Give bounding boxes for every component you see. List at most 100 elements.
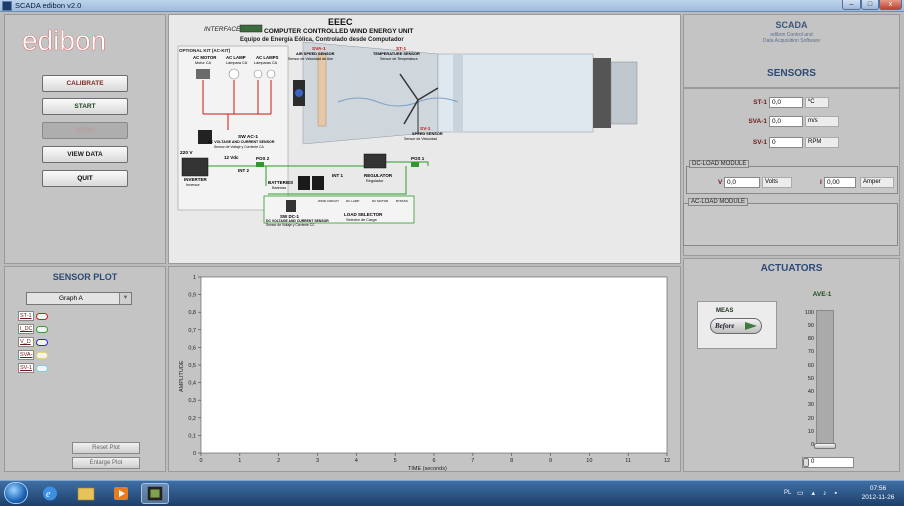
legend-item[interactable]: ST-1 [18,311,48,321]
internet-explorer-icon[interactable]: e [36,483,64,504]
ac-sensor-label: AC VOLTAGE AND CURRENT SENSOR [208,140,275,144]
ac-lamp-icon [266,69,276,79]
legend-item[interactable]: SVA- [18,350,48,360]
y-tick-label: 0,5 [188,363,196,369]
ac-motor-icon [196,69,210,79]
y-tick-label: 0,9 [188,293,196,299]
ave1-stepper[interactable] [803,458,809,467]
v12-label: 12 Vdc [224,155,239,160]
temperature-sensor-label: TEMPERATURE SENSOR [373,51,420,56]
view-data-button[interactable]: VIEW DATA [42,146,128,163]
before-button[interactable]: Before [710,318,762,334]
stop-button[interactable]: STOP [42,122,128,139]
ac-lamp-label: AC LAMP [226,55,246,60]
play-arrow-icon [745,322,757,330]
scada-app-taskbar-icon[interactable] [141,483,169,504]
legend-item[interactable]: I_DC [18,324,48,334]
ac-lamp-icon [253,69,263,79]
dc-voltage-value: 0,0 [724,177,760,188]
load-selector-label: LOAD SELECTOR [344,212,383,217]
optional-kit-label: OPTIONAL KIT (AC-KIT) [179,48,231,53]
diagram-title-code: EEEC [328,17,353,27]
pos2-switch-icon[interactable] [256,162,264,167]
load-option: DC LAMP [346,199,359,203]
media-player-icon[interactable] [107,483,135,504]
x-tick-label: 2 [277,458,280,464]
x-tick-label: 9 [549,458,552,464]
pos2-label: POS 2 [256,156,270,161]
legend-color-swatch[interactable] [36,364,48,372]
start-button[interactable] [4,482,28,504]
ave1-slider-track[interactable] [816,310,834,448]
ac-lamp-label-es: Lámpara CA [226,61,248,65]
slider-tick-label: 90 [807,323,814,329]
ave1-slider-thumb[interactable] [814,443,836,449]
edibon-logo-text: edibon [22,25,106,56]
enlarge-plot-button[interactable]: Enlarge Plot [72,457,140,469]
system-tray-icons[interactable]: ▭ ▴ ♪ ▪ [797,489,840,497]
ave1-value-input[interactable]: 0 [802,457,854,468]
chevron-down-icon[interactable]: ▼ [119,293,131,304]
clock[interactable]: 07:56 2012-11-26 [860,484,896,502]
ac-load-module-group [683,203,898,246]
tunnel-section [453,54,463,132]
ac-lamps-label: AC LAMPS [256,55,279,60]
v220-label: 220 V [180,150,193,156]
edibon-logo: edibon [22,25,106,56]
dc-current-name: I [820,179,822,186]
y-tick-label: 0,2 [188,416,196,422]
calibrate-button[interactable]: CALIBRATE [42,75,128,92]
y-tick-label: 0,6 [188,345,196,351]
pos1-switch-icon[interactable] [411,162,419,167]
heater-element [317,53,327,127]
taskbar [0,480,904,506]
quit-button[interactable]: QUIT [42,170,128,187]
clock-date: 2012-11-26 [861,494,895,501]
x-tick-label: 4 [355,458,358,464]
y-tick-label: 0,7 [188,328,196,334]
battery-icon [312,176,324,190]
legend-color-swatch[interactable] [36,351,48,359]
dc-current-value: 0,00 [824,177,856,188]
clock-time: 07:56 [869,485,887,492]
slider-tick-label: 20 [807,416,814,422]
pos1-label: POS 1 [411,156,425,161]
legend-item[interactable]: V_D [18,337,48,347]
legend-label: SVA- [18,350,34,360]
meas-label: MEAS [716,308,734,314]
legend-color-swatch[interactable] [36,325,48,333]
legend-color-swatch[interactable] [36,312,48,320]
close-button[interactable]: x [879,0,902,10]
y-tick-label: 0,1 [188,433,196,439]
svg-text:e: e [46,489,51,500]
battery-icon [298,176,310,190]
fan-housing [593,58,611,128]
y-axis-label: AMPLITUDE [179,360,185,392]
maximize-button[interactable]: □ [861,0,879,10]
inverter-label-es: Inversor [186,183,200,187]
x-tick-label: 6 [432,458,435,464]
air-speed-sensor-label: AIR SPEED SENSOR [296,51,335,56]
fan-outlet [610,61,638,125]
legend-item[interactable]: SV-1 [18,363,48,373]
regulator-label-es: Regulador [366,179,384,183]
y-tick-label: 0,3 [188,398,196,404]
x-tick-label: 11 [625,458,631,464]
graph-select[interactable]: Graph A ▼ [26,292,132,305]
diagram-title: COMPUTER CONTROLLED WIND ENERGY UNIT [264,28,413,35]
before-button-label: Before [715,322,735,330]
y-tick-label: 1 [193,275,196,281]
reset-plot-button[interactable]: Reset Plot [72,442,140,454]
legend-color-swatch[interactable] [36,338,48,346]
sensor-name-sva1: SVA-1 [748,118,767,125]
keyboard-language[interactable]: PL [784,490,791,496]
x-axis-label: TIME (seconds) [408,466,447,472]
file-explorer-icon[interactable] [72,483,100,504]
start-button[interactable]: START [42,98,128,115]
interface-label: INTERFACE [204,26,241,33]
minimize-button[interactable]: – [842,0,861,10]
slider-tick-label: 60 [807,363,814,369]
sensor-value-sva1: 0,0 [769,116,803,127]
inverter-label: INVERTER [184,177,208,182]
x-tick-label: 10 [586,458,592,464]
